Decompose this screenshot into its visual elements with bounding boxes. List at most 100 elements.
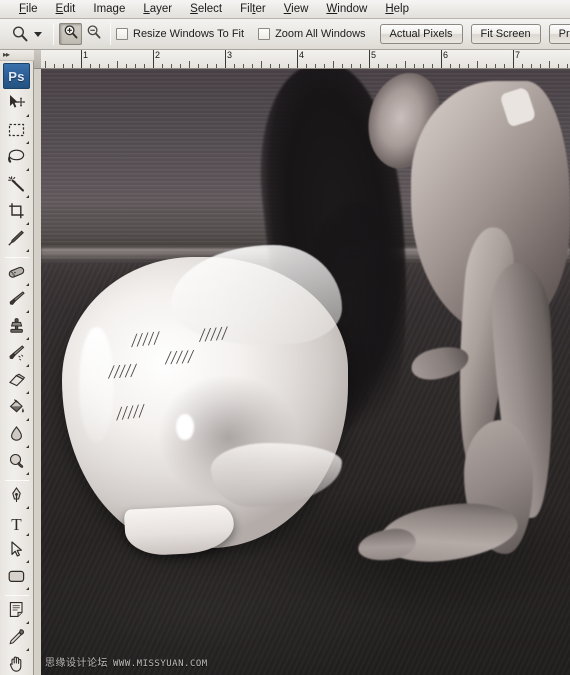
note-page-icon	[7, 601, 26, 624]
flyout-triangle-icon[interactable]	[25, 391, 29, 394]
menu-item-filter[interactable]: Filter	[231, 1, 275, 18]
hand-tool[interactable]	[3, 653, 31, 675]
notes-tool[interactable]	[3, 599, 31, 626]
flyout-triangle-icon[interactable]	[25, 222, 29, 225]
slice-knife-icon	[7, 229, 26, 252]
ruler-tick	[63, 64, 64, 68]
ruler-tick	[180, 64, 181, 68]
dodge-tool[interactable]	[3, 450, 31, 477]
flyout-triangle-icon[interactable]	[25, 283, 29, 286]
rectangular-marquee-tool[interactable]	[3, 119, 31, 146]
resize-windows-to-fit-checkbox[interactable]: Resize Windows To Fit	[116, 28, 244, 40]
menu-item-select[interactable]: Select	[181, 1, 231, 18]
flyout-triangle-icon[interactable]	[25, 249, 29, 252]
flyout-triangle-icon[interactable]	[25, 506, 29, 509]
flyout-triangle-icon[interactable]	[25, 337, 29, 340]
ruler-tick	[477, 61, 478, 68]
chevron-down-icon[interactable]	[34, 31, 42, 37]
ruler-tick	[360, 64, 361, 68]
flyout-triangle-icon[interactable]	[25, 141, 29, 144]
healing-bandage-icon	[7, 263, 26, 286]
fit-screen-button[interactable]: Fit Screen	[470, 24, 541, 44]
paint-bucket-icon	[7, 398, 26, 421]
lasso-tool[interactable]	[3, 146, 31, 173]
move-tool[interactable]	[3, 92, 31, 119]
flyout-triangle-icon[interactable]	[25, 621, 29, 624]
ruler-tick	[99, 64, 100, 68]
ruler-tick	[369, 50, 370, 68]
ruler-label: 4	[299, 50, 305, 60]
flyout-triangle-icon[interactable]	[25, 114, 29, 117]
path-arrow-icon	[7, 540, 26, 563]
ruler-tick	[135, 64, 136, 68]
ruler-tick	[108, 64, 109, 68]
menu-item-file[interactable]: File	[10, 1, 47, 18]
flyout-triangle-icon[interactable]	[25, 310, 29, 313]
vessel-broken-edge	[210, 443, 343, 507]
slice-tool[interactable]	[3, 227, 31, 254]
ruler-tick	[153, 50, 154, 68]
hand-icon	[7, 655, 26, 675]
magic-wand-tool[interactable]	[3, 173, 31, 200]
history-brush-tool[interactable]	[3, 342, 31, 369]
clone-stamp-tool[interactable]	[3, 315, 31, 342]
flyout-triangle-icon[interactable]	[25, 648, 29, 651]
ruler-tick	[414, 64, 415, 68]
menu-item-layer[interactable]: Layer	[134, 1, 181, 18]
crop-tool[interactable]	[3, 200, 31, 227]
actual-pixels-button[interactable]: Actual Pixels	[379, 24, 463, 44]
rectangle-shape-tool[interactable]	[3, 565, 31, 592]
flyout-triangle-icon[interactable]	[25, 364, 29, 367]
menu-item-edit[interactable]: Edit	[47, 1, 85, 18]
options-separator-2	[110, 23, 111, 45]
ruler-tick	[324, 64, 325, 68]
menu-item-window[interactable]: Window	[317, 1, 376, 18]
flyout-triangle-icon[interactable]	[25, 472, 29, 475]
horizontal-ruler[interactable]: 1 2 3 4 5 6 7	[41, 50, 570, 69]
spot-healing-brush-tool[interactable]	[3, 261, 31, 288]
gradient-tool[interactable]	[3, 396, 31, 423]
waterdrop-icon	[7, 425, 26, 448]
flyout-triangle-icon[interactable]	[25, 587, 29, 590]
ruler-label: 1	[83, 50, 89, 60]
resize-windows-to-fit-label: Resize Windows To Fit	[133, 28, 245, 40]
path-selection-tool[interactable]	[3, 538, 31, 565]
tool-divider	[4, 257, 29, 258]
eraser-tool[interactable]	[3, 369, 31, 396]
tools-panel-collapse[interactable]: ▸▸	[0, 50, 34, 61]
menu-item-image[interactable]: Image	[84, 1, 134, 18]
tool-divider	[4, 595, 29, 596]
ruler-tick	[117, 61, 118, 68]
eyedropper-tool[interactable]	[3, 626, 31, 653]
flyout-triangle-icon[interactable]	[25, 195, 29, 198]
flyout-triangle-icon[interactable]	[25, 168, 29, 171]
ruler-tick	[162, 64, 163, 68]
zoom-all-windows-checkbox[interactable]: Zoom All Windows	[258, 28, 366, 40]
menu-item-view[interactable]: View	[275, 1, 318, 18]
print-size-button[interactable]: Print Size	[548, 24, 570, 44]
move-arrow-icon	[7, 94, 26, 117]
pen-tool[interactable]	[3, 484, 31, 511]
ruler-tick	[126, 64, 127, 68]
zoom-in-button[interactable]	[59, 23, 82, 45]
zoom-out-button[interactable]	[82, 23, 105, 45]
image-canvas[interactable]: ╱╱╱╱╱ ╱╱╱╱╱ ╱╱╱╱╱ ╱╱╱╱╱ ╱╱╱╱╱ 思缘设计论坛 WWW.…	[41, 69, 570, 675]
menu-item-help[interactable]: Help	[376, 1, 418, 18]
ruler-tick	[90, 64, 91, 68]
blur-tool[interactable]	[3, 423, 31, 450]
flyout-triangle-icon[interactable]	[25, 533, 29, 536]
tool-divider	[4, 480, 29, 481]
ruler-tick	[315, 64, 316, 68]
flyout-triangle-icon[interactable]	[25, 418, 29, 421]
ruler-tick	[288, 64, 289, 68]
ruler-tick	[279, 64, 280, 68]
ruler-label: 6	[443, 50, 449, 60]
horizontal-type-tool[interactable]: T	[3, 511, 31, 538]
brush-tool[interactable]	[3, 288, 31, 315]
tool-preset-picker[interactable]	[5, 23, 48, 45]
flyout-triangle-icon[interactable]	[25, 560, 29, 563]
dodge-burn-icon	[7, 452, 26, 475]
ruler-tick	[405, 61, 406, 68]
flyout-triangle-icon[interactable]	[25, 445, 29, 448]
ruler-tick	[423, 64, 424, 68]
